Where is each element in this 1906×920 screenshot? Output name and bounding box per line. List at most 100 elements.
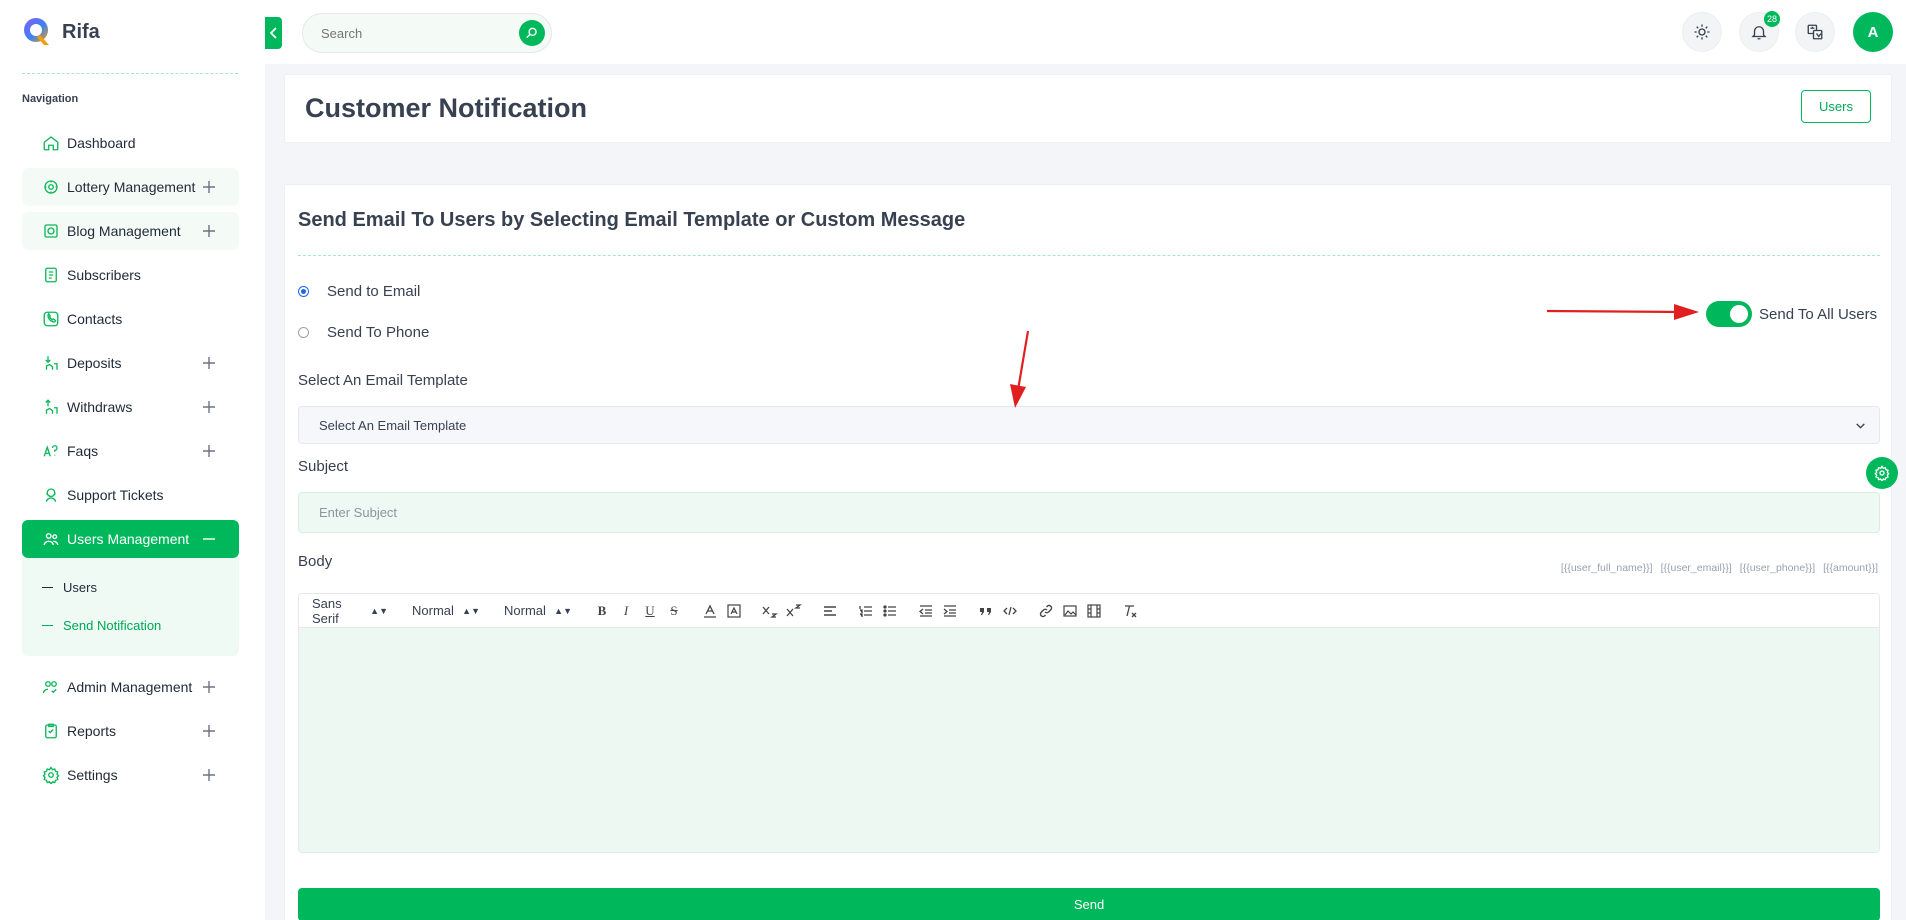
align-button[interactable] — [818, 600, 842, 622]
underline-button[interactable]: U — [638, 600, 662, 622]
users-button[interactable]: Users — [1801, 90, 1871, 123]
brand-divider — [22, 73, 238, 74]
expand-plus-icon[interactable] — [199, 221, 219, 241]
clear-format-icon — [1125, 604, 1137, 617]
expand-plus-icon[interactable] — [199, 441, 219, 461]
subject-input[interactable] — [298, 492, 1880, 533]
sidebar-collapse-button[interactable] — [265, 17, 282, 49]
subject-label: Subject — [298, 458, 349, 475]
sidebar-item-label: Lottery Management — [67, 179, 196, 195]
heading-value: Normal — [504, 603, 546, 618]
blockquote-button[interactable] — [974, 600, 998, 622]
sidebar-item-admin-management[interactable]: Admin Management — [22, 668, 239, 706]
send-to-email-label: Send to Email — [327, 283, 421, 300]
ordered-list-icon — [859, 605, 872, 617]
contacts-icon — [42, 310, 60, 328]
sidebar-item-lottery-management[interactable]: Lottery Management — [22, 168, 239, 206]
expand-plus-icon[interactable] — [199, 353, 219, 373]
bullet-list-button[interactable] — [878, 600, 902, 622]
clear-formatting-button[interactable] — [1118, 600, 1142, 622]
sidebar-item-contacts[interactable]: Contacts — [22, 300, 239, 338]
heading-select[interactable]: Normal ▲▼ — [504, 603, 572, 618]
sidebar-item-subscribers[interactable]: Subscribers — [22, 256, 239, 294]
code-block-button[interactable] — [998, 600, 1022, 622]
theme-toggle-button[interactable] — [1682, 12, 1722, 52]
editor-content[interactable] — [299, 628, 1879, 852]
sidebar: Rifa Navigation Dashboard Lottery Manage… — [0, 0, 265, 920]
expand-plus-icon[interactable] — [199, 677, 219, 697]
sidebar-item-label: Admin Management — [67, 679, 193, 695]
customizer-settings-button[interactable] — [1866, 457, 1898, 489]
sidebar-item-reports[interactable]: Reports — [22, 712, 239, 750]
sidebar-item-withdraws[interactable]: Withdraws — [22, 388, 239, 426]
video-icon — [1087, 603, 1101, 618]
sidebar-subitem-send-notification[interactable]: Send Notification — [22, 606, 239, 644]
subscript-button[interactable] — [758, 600, 782, 622]
topbar: 28 A — [265, 0, 1906, 64]
outdent-button[interactable] — [914, 600, 938, 622]
indent-button[interactable] — [938, 600, 962, 622]
deposits-icon — [42, 354, 60, 372]
blog-icon — [42, 222, 60, 240]
video-button[interactable] — [1082, 600, 1106, 622]
avatar[interactable]: A — [1853, 12, 1893, 52]
ordered-list-button[interactable] — [854, 600, 878, 622]
variable-amount[interactable]: [{{amount}}] — [1823, 562, 1878, 574]
send-to-all-users-toggle[interactable] — [1706, 301, 1752, 327]
bullet-list-icon — [883, 604, 896, 617]
font-family-select[interactable]: Sans Serif ▲▼ — [312, 596, 388, 626]
send-button[interactable]: Send — [298, 888, 1880, 920]
expand-plus-icon[interactable] — [199, 765, 219, 785]
notification-form: Send Email To Users by Selecting Email T… — [284, 184, 1892, 920]
variable-user-full-name[interactable]: [{{user_full_name}}] — [1561, 562, 1653, 574]
subscript-icon — [762, 606, 778, 618]
send-to-phone-radio[interactable]: Send To Phone — [298, 324, 429, 341]
brand[interactable]: Rifa — [22, 16, 100, 48]
form-divider — [298, 255, 1880, 256]
expand-plus-icon[interactable] — [199, 177, 219, 197]
sidebar-item-label: Support Tickets — [67, 487, 164, 503]
sidebar-item-deposits[interactable]: Deposits — [22, 344, 239, 382]
sidebar-item-dashboard[interactable]: Dashboard — [22, 124, 239, 162]
language-button[interactable] — [1795, 12, 1835, 52]
sidebar-item-label: Withdraws — [67, 399, 133, 415]
email-template-value: Select An Email Template — [319, 417, 467, 433]
link-icon — [1039, 604, 1053, 617]
radio-unchecked-icon — [298, 327, 309, 338]
font-size-select[interactable]: Normal ▲▼ — [412, 603, 480, 618]
sidebar-subitem-label: Send Notification — [63, 617, 162, 633]
background-color-button[interactable] — [722, 600, 746, 622]
italic-button[interactable]: I — [614, 600, 638, 622]
sidebar-item-users-management[interactable]: Users Management — [22, 520, 239, 558]
collapse-minus-icon[interactable] — [199, 529, 219, 549]
image-button[interactable] — [1058, 600, 1082, 622]
strike-button[interactable]: S — [662, 600, 686, 622]
search-box — [302, 13, 552, 53]
bold-button[interactable]: B — [590, 600, 614, 622]
expand-plus-icon[interactable] — [199, 721, 219, 741]
variable-user-email[interactable]: [{{user_email}}] — [1661, 562, 1732, 574]
link-button[interactable] — [1034, 600, 1058, 622]
sidebar-item-blog-management[interactable]: Blog Management — [22, 212, 239, 250]
sidebar-item-settings[interactable]: Settings — [22, 756, 239, 794]
sidebar-subitem-label: Users — [63, 579, 97, 595]
superscript-button[interactable] — [782, 600, 806, 622]
send-to-email-radio[interactable]: Send to Email — [298, 283, 420, 300]
send-to-all-users-control: Send To All Users — [1706, 301, 1877, 327]
page-title: Customer Notification — [305, 93, 588, 123]
text-color-button[interactable] — [698, 600, 722, 622]
settings-icon — [42, 766, 60, 784]
variable-user-phone[interactable]: [{{user_phone}}] — [1740, 562, 1815, 574]
sidebar-item-faqs[interactable]: Faqs — [22, 432, 239, 470]
faqs-icon — [42, 442, 60, 460]
search-input[interactable] — [321, 25, 511, 41]
search-button[interactable] — [519, 20, 545, 46]
email-template-select[interactable]: Select An Email Template — [298, 406, 1880, 444]
sidebar-item-label: Blog Management — [67, 223, 181, 239]
sidebar-item-label: Contacts — [67, 311, 123, 327]
expand-plus-icon[interactable] — [199, 397, 219, 417]
sidebar-item-support-tickets[interactable]: Support Tickets — [22, 476, 239, 514]
text-color-icon — [704, 604, 716, 618]
notifications-button[interactable]: 28 — [1739, 11, 1780, 52]
sidebar-subitem-users[interactable]: Users — [22, 568, 239, 606]
